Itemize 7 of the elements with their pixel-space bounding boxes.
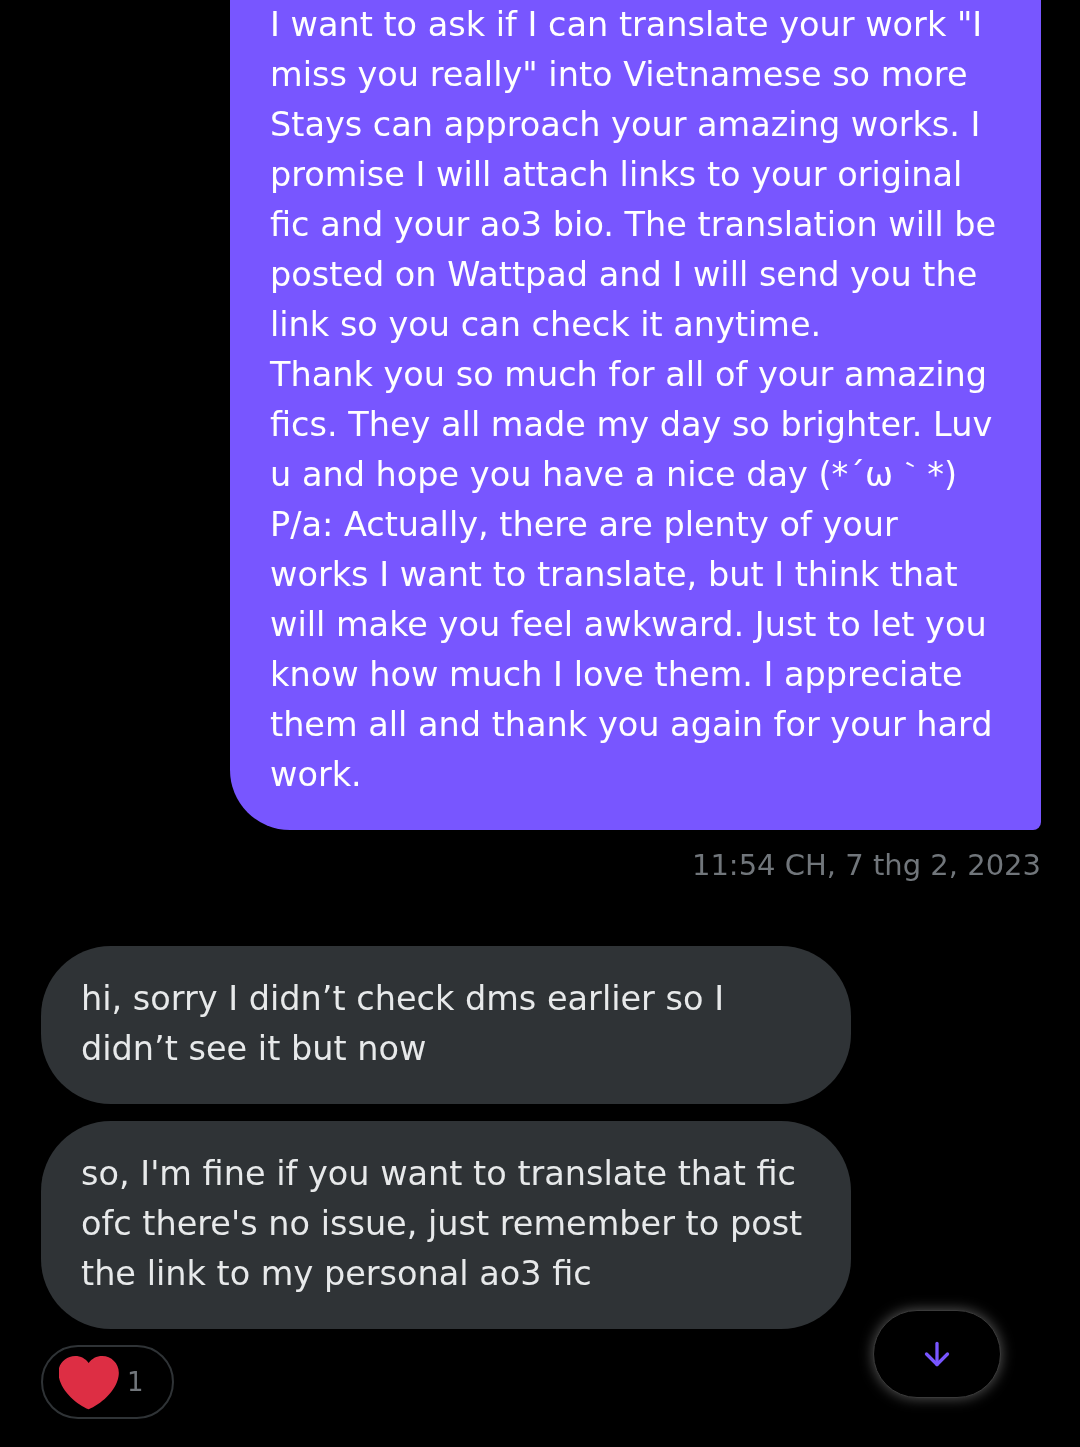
scroll-to-bottom-button[interactable]: [873, 1310, 1001, 1398]
sent-message-bubble: I want to ask if I can translate your work "I miss you really" into Vietnamese so more Stays can approach your amazing works. I promise I will attach links to your original fic and your ao3 bio. The translation will be posted on Wattpad and I will send you the link so you can check it anytime. Thank you so much for all of your amazing fics. They all made my day so brighter. Luv u and hope you have a nice day (*´ω｀*) P/a: Actually, there are plenty of your works I want to translate, but I think that will make you feel awkward. Just to let you know how much I love them. I appreciate them all and thank you again for your hard work.: [230, 0, 1041, 830]
reaction-pill[interactable]: 1: [41, 1345, 174, 1419]
heart-icon: [59, 1354, 119, 1410]
message-timestamp: 11:54 CH, 7 thg 2, 2023: [691, 847, 1041, 883]
received-message-bubble: hi, sorry I didn’t check dms earlier so I didn’t see it but now: [41, 946, 851, 1104]
received-message-bubble: so, I'm fine if you want to translate that fic ofc there's no issue, just remember to post the link to my personal ao3 fic: [41, 1121, 851, 1329]
